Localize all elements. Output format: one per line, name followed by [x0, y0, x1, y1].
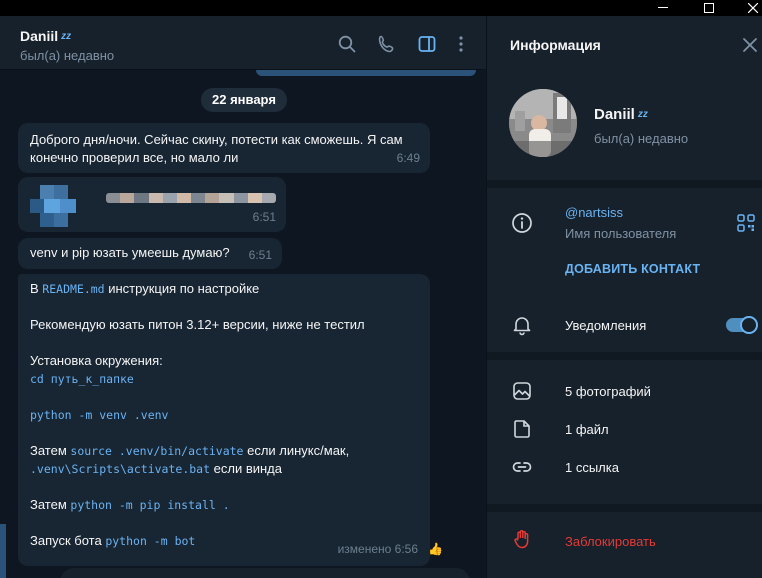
close-icon[interactable]: [741, 36, 759, 54]
message-bubble-instructions[interactable]: В README.md инструкция по настройке Реко…: [18, 274, 430, 566]
text: если винда: [210, 461, 282, 476]
avatar-photo-icon: [509, 89, 577, 157]
blurred-image: [30, 185, 80, 227]
info-title: Информация: [510, 37, 601, 53]
text: В: [30, 281, 43, 296]
info-panel: Информация Daniil zz был(а) недавно @nart…: [487, 16, 762, 578]
info-name: Daniil zz: [594, 106, 648, 123]
photos-link[interactable]: 5 фотографий: [565, 384, 651, 399]
sleep-emoji-icon: zz: [61, 31, 72, 42]
chat-header: Daniil zz был(а) недавно: [0, 16, 486, 70]
notifications-label: Уведомления: [565, 318, 647, 333]
recommend-line: Рекомендую юзать питон 3.12+ версии, ниж…: [30, 317, 365, 332]
inline-code[interactable]: README.md: [42, 282, 104, 296]
pip-install-line: Затем python -m pip install .: [30, 496, 230, 514]
previous-message-edge: [256, 70, 476, 76]
search-icon[interactable]: [337, 34, 357, 54]
info-name-text: Daniil: [594, 106, 635, 123]
section-separator: [487, 352, 762, 360]
avatar[interactable]: [509, 89, 577, 157]
peer-status: был(а) недавно: [20, 48, 115, 63]
message-text-line: Доброго дня/ночи. Сейчас скину, потести …: [30, 132, 403, 147]
inline-code[interactable]: python -m pip install .: [70, 498, 229, 512]
next-message-edge: [0, 524, 6, 578]
install-title: Установка окружения:: [30, 353, 163, 368]
close-icon: [748, 3, 758, 13]
date-separator: 22 января: [201, 88, 287, 112]
inline-code[interactable]: source .venv/bin/activate: [70, 444, 243, 458]
chat-panel: Daniil zz был(а) недавно 22 января Доброг…: [0, 16, 486, 578]
readme-line: В README.md инструкция по настройке: [30, 280, 259, 298]
minimize-icon: [658, 7, 668, 8]
message-bubble[interactable]: Доброго дня/ночи. Сейчас скину, потести …: [18, 123, 430, 173]
inline-code[interactable]: python -m bot: [105, 534, 195, 548]
section-separator: [487, 504, 762, 512]
sidebar-panel-icon[interactable]: [417, 34, 437, 54]
message-bubble-blurred[interactable]: 6:51: [18, 177, 286, 232]
sleep-emoji-icon: zz: [637, 109, 648, 120]
block-user-button[interactable]: Заблокировать: [565, 534, 656, 549]
links-link[interactable]: 1 ссылка: [565, 460, 619, 475]
message-time: 6:51: [252, 210, 276, 224]
message-composer[interactable]: [60, 568, 470, 578]
bell-icon: [513, 317, 531, 336]
text: инструкция по настройке: [104, 281, 260, 296]
window-titlebar: [0, 0, 762, 16]
link-icon: [512, 462, 532, 472]
message-time: 6:49: [396, 151, 420, 165]
add-contact-button[interactable]: ДОБАВИТЬ КОНТАКТ: [565, 262, 700, 276]
phone-icon[interactable]: [377, 34, 397, 54]
inline-code[interactable]: .venv\Scripts\activate.bat: [30, 462, 210, 476]
minimize-button[interactable]: [640, 0, 686, 16]
activate-line-windows: .venv\Scripts\activate.bat если винда: [30, 460, 282, 478]
text: Затем: [30, 497, 71, 512]
message-text: venv и pip юзать умеешь думаю?: [30, 245, 230, 260]
more-vertical-icon[interactable]: [451, 34, 471, 54]
run-bot-line: Запуск бота python -m bot: [30, 532, 195, 550]
inline-code-cd[interactable]: cd путь_к_папке: [30, 370, 134, 388]
blurred-text: [106, 193, 276, 203]
text: Затем: [30, 443, 71, 458]
peer-name-text: Daniil: [20, 28, 59, 44]
message-text-line: конечно проверил все, но мало ли: [30, 150, 239, 165]
close-window-button[interactable]: [730, 0, 762, 16]
inline-code-venv[interactable]: python -m venv .venv: [30, 406, 168, 424]
block-hand-icon: [514, 530, 529, 549]
info-status: был(а) недавно: [594, 131, 689, 146]
text: если линукс/мак,: [243, 443, 350, 458]
thumbs-up-reaction-icon[interactable]: 👍: [428, 542, 443, 556]
file-icon: [514, 420, 530, 438]
peer-name[interactable]: Daniil zz: [20, 28, 71, 44]
username-link[interactable]: @nartsiss: [565, 205, 623, 220]
photo-icon: [513, 382, 531, 400]
info-icon: [512, 213, 532, 233]
activate-line: Затем source .venv/bin/activate если лин…: [30, 442, 349, 460]
message-time: 6:51: [248, 248, 272, 262]
message-bubble[interactable]: venv и pip юзать умеешь думаю? 6:51: [18, 238, 282, 269]
files-link[interactable]: 1 файл: [565, 422, 609, 437]
qr-code-icon[interactable]: [737, 214, 755, 232]
text: Запуск бота: [30, 533, 106, 548]
section-separator: [487, 180, 762, 188]
toggle-knob: [740, 316, 758, 334]
maximize-icon: [704, 3, 714, 13]
username-caption: Имя пользователя: [565, 226, 677, 241]
notifications-toggle[interactable]: [726, 316, 758, 334]
maximize-button[interactable]: [686, 0, 732, 16]
message-edited-time: изменено 6:56: [337, 542, 418, 556]
